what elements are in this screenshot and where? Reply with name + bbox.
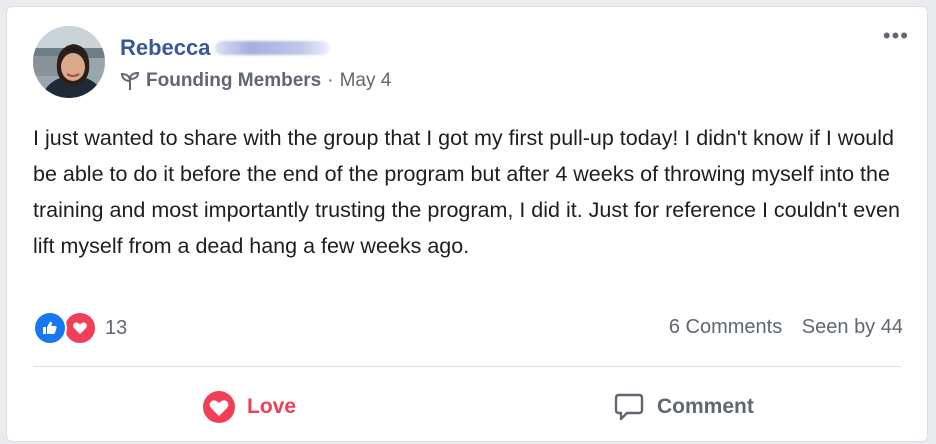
post-date[interactable]: May 4 [340,70,392,92]
post-stats: 6 Comments Seen by 44 [669,316,903,339]
post-card: Rebecca Founding Members · May 4 ••• I j… [6,6,928,442]
author-row: Rebecca [120,35,329,61]
sprout-icon [120,71,140,91]
love-button-label: Love [247,395,297,418]
post-text: I just wanted to share with the group th… [33,126,900,258]
more-options-icon[interactable]: ••• [883,25,909,47]
author-name[interactable]: Rebecca [120,35,211,61]
comment-button-label: Comment [657,395,754,418]
group-name[interactable]: Founding Members [146,70,321,92]
redacted-surname [214,41,329,55]
meta-separator: · [327,70,334,91]
reaction-count[interactable]: 13 [105,317,127,340]
love-button[interactable]: Love [203,387,296,427]
comments-count[interactable]: 6 Comments [669,316,782,338]
love-icon [63,311,97,345]
seen-by-count[interactable]: Seen by 44 [802,316,903,338]
like-icon [33,311,67,345]
divider [33,366,901,367]
comment-button[interactable]: Comment [613,387,754,427]
reactions-summary[interactable]: 13 [33,311,127,345]
love-icon [203,391,235,423]
post-meta: Founding Members · May 4 [120,70,391,92]
avatar[interactable] [33,26,105,98]
comment-icon [613,391,645,423]
